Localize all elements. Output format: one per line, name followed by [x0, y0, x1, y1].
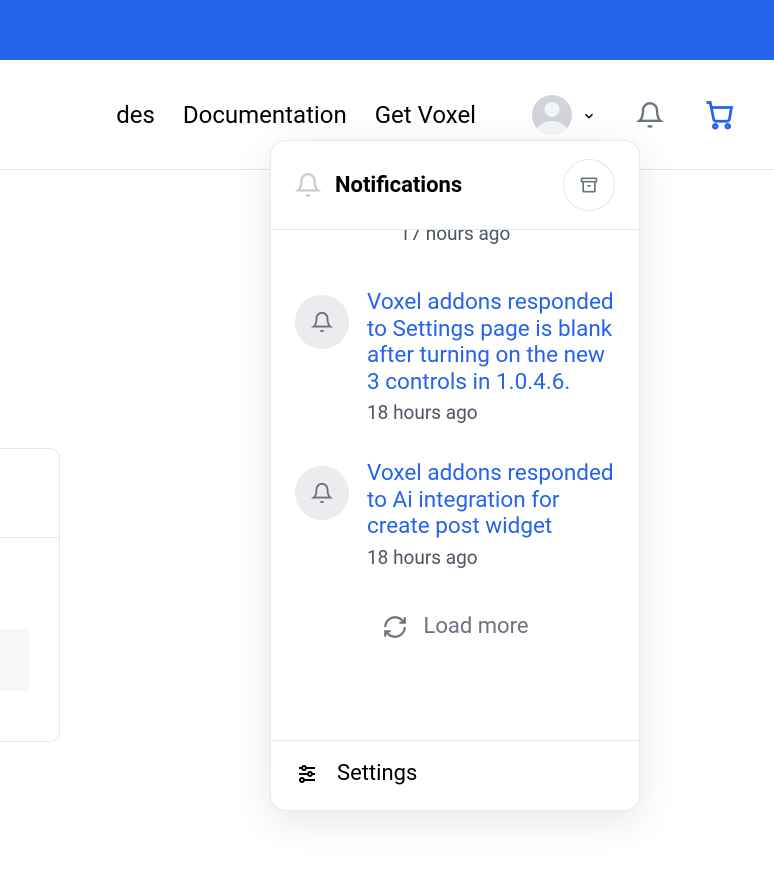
cart-icon[interactable]	[704, 100, 734, 130]
notification-time: 18 hours ago	[367, 546, 478, 569]
top-banner	[0, 0, 774, 60]
nav-link-documentation[interactable]: Documentation	[183, 101, 347, 129]
avatar	[532, 95, 572, 135]
chevron-down-icon	[582, 108, 596, 122]
dropdown-body[interactable]: 17 hours ago Voxel addons responded to S…	[271, 230, 639, 740]
nav-link-get-voxel[interactable]: Get Voxel	[375, 101, 476, 129]
nav-links: des Documentation Get Voxel	[116, 101, 476, 129]
sliders-icon	[295, 762, 319, 786]
settings-label: Settings	[337, 761, 417, 786]
dropdown-title: Notifications	[335, 173, 563, 198]
notification-item[interactable]: Voxel addons responded to Settings page …	[271, 271, 639, 442]
settings-button[interactable]: Settings	[271, 741, 639, 810]
user-menu[interactable]	[532, 95, 596, 135]
bell-icon[interactable]	[636, 101, 664, 129]
bell-icon	[295, 295, 349, 349]
notification-text: Voxel addons responded to Settings page …	[367, 289, 615, 424]
load-more-button[interactable]: Load more	[271, 587, 639, 668]
background-card	[0, 448, 60, 742]
clear-notifications-button[interactable]	[563, 159, 615, 211]
refresh-icon	[382, 614, 408, 640]
previous-notif-time: 17 hours ago	[271, 230, 639, 245]
bell-icon	[295, 172, 321, 198]
dropdown-header: Notifications	[271, 141, 639, 230]
notifications-dropdown: Notifications 17 hours ago Voxel addons …	[270, 140, 640, 811]
archive-icon	[579, 175, 599, 195]
load-more-label: Load more	[424, 614, 529, 639]
nav-icons	[532, 95, 734, 135]
notification-text: Voxel addons responded to Ai integration…	[367, 460, 615, 569]
bell-icon	[295, 466, 349, 520]
nav-link-guides[interactable]: des	[116, 101, 155, 129]
notification-link[interactable]: Voxel addons responded to Settings page …	[367, 289, 615, 395]
notification-time: 18 hours ago	[367, 401, 478, 424]
notification-link[interactable]: Voxel addons responded to Ai integration…	[367, 460, 615, 540]
notification-item[interactable]: Voxel addons responded to Ai integration…	[271, 442, 639, 587]
